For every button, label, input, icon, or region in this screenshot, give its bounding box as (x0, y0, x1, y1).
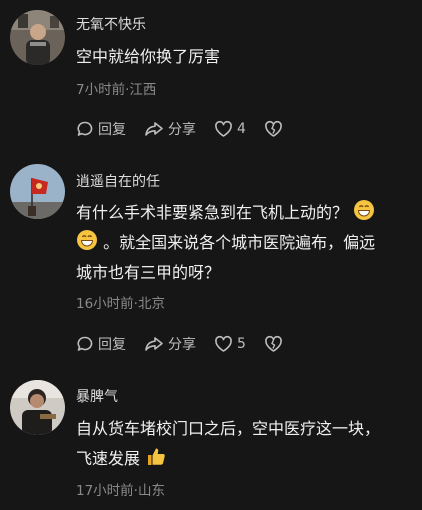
dislike-button[interactable] (264, 120, 283, 138)
heart-icon (215, 120, 232, 137)
share-label: 分享 (168, 337, 196, 353)
dislike-button[interactable] (264, 335, 283, 353)
comment-text: 自从货车堵校门口之后，空中医疗这一块， 飞速发展 (76, 414, 410, 474)
share-arrow-icon (145, 337, 163, 351)
broken-heart-icon (265, 120, 282, 137)
thumbs-up-emoji (148, 448, 165, 465)
comment-bubble-icon (77, 121, 93, 136)
reply-label: 回复 (98, 122, 126, 138)
share-button[interactable]: 分享 (144, 334, 196, 354)
comment-text: 有什么手术非要紧急到在飞机上动的？ 。就全国来说各个城市医院遍布，偏远 城市也有… (76, 198, 410, 288)
share-label: 分享 (168, 122, 196, 138)
comment-text-line: 飞速发展 (76, 444, 410, 474)
reply-button[interactable]: 回复 (76, 334, 126, 354)
comment-text: 空中就给你换了厉害 (76, 42, 410, 72)
username[interactable]: 暴脾气 (76, 386, 118, 406)
comment-bubble-icon (77, 336, 93, 351)
avatar[interactable] (10, 164, 65, 219)
like-count: 4 (237, 121, 246, 137)
comment-text-line: 有什么手术非要紧急到在飞机上动的？ (76, 198, 410, 228)
comment-2: 逍遥自在的任 有什么手术非要紧急到在飞机上动的？ 。就全国来说各个城市医院遍布，… (0, 150, 422, 360)
like-count: 5 (237, 336, 246, 352)
comment-meta: 7小时前·江西 (76, 82, 157, 98)
comment-3: 暴脾气 自从货车堵校门口之后，空中医疗这一块， 飞速发展 17小时前·山东 (0, 360, 422, 510)
comment-text-line: 城市也有三甲的呀？ (76, 263, 221, 282)
avatar[interactable] (10, 10, 65, 65)
comment-1: 无氧不快乐 空中就给你换了厉害 7小时前·江西 回复 分享 4 (0, 0, 422, 150)
broken-heart-icon (265, 335, 282, 352)
comment-meta: 16小时前·北京 (76, 296, 165, 312)
share-arrow-icon (145, 122, 163, 136)
comment-actions: 回复 分享 5 (76, 332, 301, 356)
like-button[interactable]: 4 (214, 120, 246, 138)
avatar[interactable] (10, 380, 65, 435)
comment-text-line: 空中就给你换了厉害 (76, 47, 221, 66)
heart-icon (215, 335, 232, 352)
share-button[interactable]: 分享 (144, 119, 196, 139)
username[interactable]: 逍遥自在的任 (76, 171, 160, 191)
comment-text-line: 。就全国来说各个城市医院遍布，偏远 (76, 228, 410, 258)
reply-button[interactable]: 回复 (76, 119, 126, 139)
reply-label: 回复 (98, 337, 126, 353)
comment-meta: 17小时前·山东 (76, 483, 165, 499)
grinning-emoji (354, 200, 375, 220)
comment-actions: 回复 分享 4 (76, 117, 301, 141)
grinning-emoji (77, 230, 97, 250)
like-button[interactable]: 5 (214, 335, 246, 353)
username[interactable]: 无氧不快乐 (76, 14, 146, 34)
comment-text-line: 自从货车堵校门口之后，空中医疗这一块， (76, 419, 381, 438)
